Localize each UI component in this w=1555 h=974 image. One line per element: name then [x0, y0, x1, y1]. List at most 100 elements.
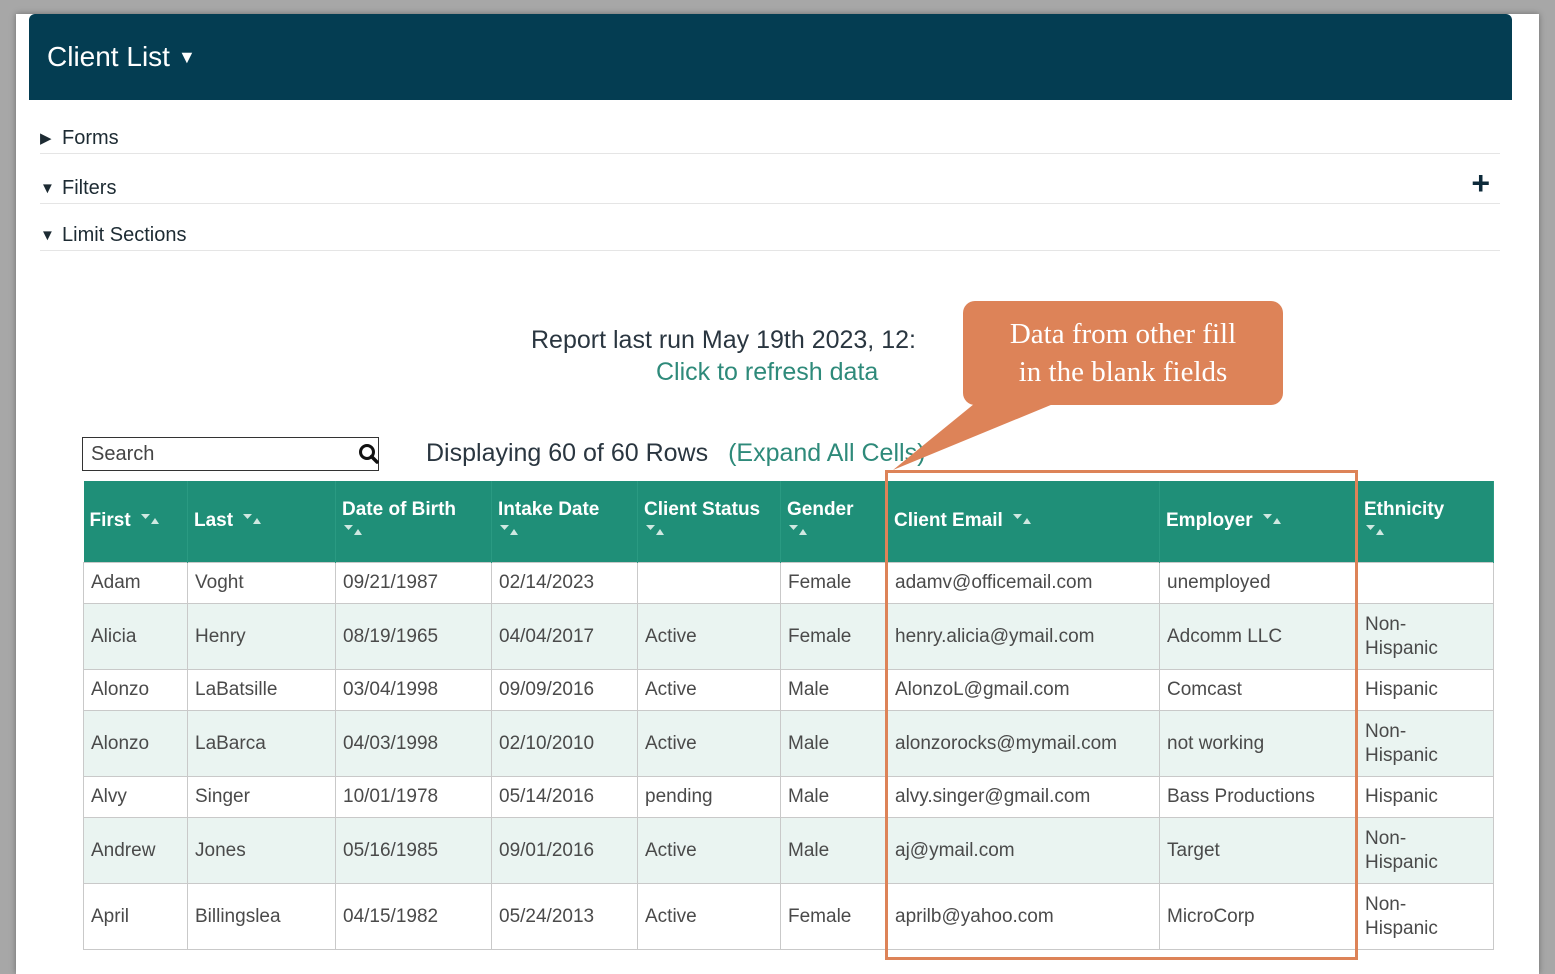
cell-ethnicity: Non- Hispanic — [1357, 817, 1494, 884]
cell-client-status: Active — [637, 669, 781, 711]
report-last-run: Report last run May 19th 2023, 12: — [531, 326, 916, 354]
cell-date-of-birth: 03/04/1998 — [335, 669, 492, 711]
cell-gender: Female — [780, 603, 888, 670]
sort-icon[interactable] — [139, 510, 161, 532]
cell-gender: Female — [780, 562, 888, 604]
cell-date-of-birth: 05/16/1985 — [335, 817, 492, 884]
column-header-label: Employer — [1166, 510, 1253, 532]
callout-line-1: Data from other fill — [1009, 318, 1237, 350]
cell-intake-date: 05/24/2013 — [491, 883, 638, 950]
callout-line-2: in the blank fields — [1018, 356, 1228, 388]
column-header-first[interactable]: First — [83, 481, 188, 563]
sort-icon[interactable] — [1364, 521, 1386, 543]
cell-employer: Target — [1159, 817, 1358, 884]
column-header-label: Client Email — [894, 510, 1003, 532]
page-title: Client List — [47, 41, 170, 72]
forms-label: Forms — [62, 126, 119, 149]
column-header-client-status[interactable]: Client Status — [637, 481, 781, 563]
column-header-client-email[interactable]: Client Email — [887, 481, 1160, 563]
cell-intake-date: 09/01/2016 — [491, 817, 638, 884]
cell-ethnicity: Hispanic — [1357, 776, 1494, 818]
cell-intake-date: 05/14/2016 — [491, 776, 638, 818]
column-header-label: Client Status — [644, 499, 761, 521]
limit-sections-toggle[interactable]: ▼ Limit Sections — [40, 220, 1500, 251]
search-icon[interactable] — [358, 439, 380, 469]
column-header-last[interactable]: Last — [187, 481, 336, 563]
cell-employer: Comcast — [1159, 669, 1358, 711]
cell-client-status: Active — [637, 710, 781, 777]
cell-ethnicity: Non- Hispanic — [1357, 603, 1494, 670]
table-row[interactable]: Alicia Henry 08/19/1965 04/04/2017 Active Fem… — [83, 603, 1494, 670]
expand-all-cells-link[interactable]: (Expand All Cells) — [728, 439, 925, 467]
column-header-label: Date of Birth — [342, 499, 456, 521]
cell-last: Singer — [187, 776, 336, 818]
cell-gender: Male — [780, 710, 888, 777]
cell-client-email: alonzorocks@mymail.com — [887, 710, 1160, 777]
table-header-row: First Last Date of Birth Intake Date Client … — [83, 481, 1494, 563]
column-header-intake-date[interactable]: Intake Date — [491, 481, 638, 563]
column-header-label: First — [89, 510, 131, 532]
cell-client-status: Active — [637, 817, 781, 884]
column-header-date-of-birth[interactable]: Date of Birth — [335, 481, 492, 563]
cell-gender: Male — [780, 776, 888, 818]
column-header-label: Last — [194, 510, 234, 532]
table-row[interactable]: Andrew Jones 05/16/1985 09/01/2016 Active Mal… — [83, 817, 1494, 884]
cell-first: Alvy — [83, 776, 188, 818]
client-list-dropdown[interactable]: Client List ▼ — [47, 41, 196, 73]
column-header-label: Intake Date — [498, 499, 600, 521]
sort-icon[interactable] — [342, 521, 364, 543]
client-table: First Last Date of Birth Intake Date Client … — [83, 481, 1494, 950]
cell-last: Jones — [187, 817, 336, 884]
cell-intake-date: 02/14/2023 — [491, 562, 638, 604]
cell-date-of-birth: 10/01/1978 — [335, 776, 492, 818]
column-header-employer[interactable]: Employer — [1159, 481, 1358, 563]
cell-client-email: aj@ymail.com — [887, 817, 1160, 884]
sort-icon[interactable] — [241, 510, 263, 532]
cell-first: Alicia — [83, 603, 188, 670]
cell-last: LaBarca — [187, 710, 336, 777]
sort-icon[interactable] — [1261, 510, 1283, 532]
limit-sections-label: Limit Sections — [62, 223, 187, 246]
cell-ethnicity: Non- Hispanic — [1357, 710, 1494, 777]
refresh-data-link[interactable]: Click to refresh data — [656, 358, 878, 387]
add-filter-icon[interactable]: + — [1471, 167, 1490, 199]
cell-client-email: alvy.singer@gmail.com — [887, 776, 1160, 818]
sort-icon[interactable] — [498, 521, 520, 543]
cell-first: Alonzo — [83, 710, 188, 777]
callout-annotation: Data from other fill in the blank fields — [963, 301, 1283, 405]
filters-section-toggle[interactable]: ▼ Filters + — [40, 167, 1500, 204]
search-input[interactable] — [83, 441, 358, 467]
cell-first: Adam — [83, 562, 188, 604]
table-row[interactable]: April Billingslea 04/15/1982 05/24/2013 Acti… — [83, 883, 1494, 950]
cell-gender: Male — [780, 669, 888, 711]
cell-intake-date: 02/10/2010 — [491, 710, 638, 777]
cell-last: LaBatsille — [187, 669, 336, 711]
cell-client-status — [637, 562, 781, 604]
cell-date-of-birth: 04/03/1998 — [335, 710, 492, 777]
column-header-ethnicity[interactable]: Ethnicity — [1357, 481, 1494, 563]
cell-client-status: pending — [637, 776, 781, 818]
table-row[interactable]: Alvy Singer 10/01/1978 05/14/2016 pending Mal… — [83, 776, 1494, 818]
cell-date-of-birth: 09/21/1987 — [335, 562, 492, 604]
app-header: Client List ▼ — [29, 14, 1512, 100]
triangle-down-icon: ▼ — [40, 226, 55, 244]
table-row[interactable]: Adam Voght 09/21/1987 02/14/2023 Female adamv… — [83, 562, 1494, 604]
forms-section-toggle[interactable]: ▶ Forms — [40, 123, 1500, 154]
cell-client-email: aprilb@yahoo.com — [887, 883, 1160, 950]
cell-intake-date: 09/09/2016 — [491, 669, 638, 711]
table-row[interactable]: Alonzo LaBarca 04/03/1998 02/10/2010 Active M… — [83, 710, 1494, 777]
cell-employer: Bass Productions — [1159, 776, 1358, 818]
cell-employer: MicroCorp — [1159, 883, 1358, 950]
table-row[interactable]: Alonzo LaBatsille 03/04/1998 09/09/2016 Acti… — [83, 669, 1494, 711]
cell-ethnicity: Hispanic — [1357, 669, 1494, 711]
sort-icon[interactable] — [1011, 510, 1033, 532]
cell-first: Andrew — [83, 817, 188, 884]
rows-info: Displaying 60 of 60 Rows (Expand All Cell… — [426, 439, 925, 468]
sort-icon[interactable] — [787, 521, 809, 543]
cell-ethnicity: Non- Hispanic — [1357, 883, 1494, 950]
sort-icon[interactable] — [644, 521, 666, 543]
triangle-right-icon: ▶ — [40, 130, 52, 147]
cell-first: April — [83, 883, 188, 950]
cell-employer: not working — [1159, 710, 1358, 777]
column-header-gender[interactable]: Gender — [780, 481, 888, 563]
